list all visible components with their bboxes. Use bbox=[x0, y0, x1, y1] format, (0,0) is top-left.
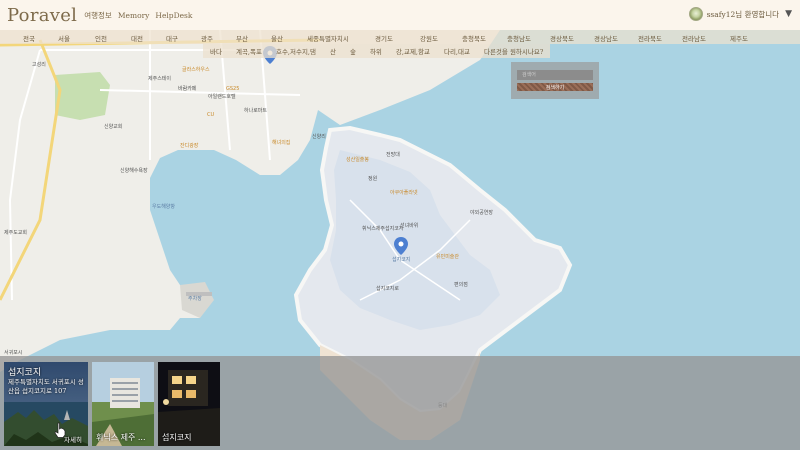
region-tab[interactable]: 대전 bbox=[131, 33, 143, 43]
map-label: 제주스테이 bbox=[148, 76, 172, 82]
map-label: 성산일출봉 bbox=[346, 157, 370, 163]
result-card[interactable]: 섭지코지 제주특별자치도 서귀포시 성산읍 섭지코지로 107 자세히 bbox=[4, 362, 88, 446]
map-label: 아쿠아플라넷 bbox=[390, 190, 418, 196]
region-tab[interactable]: 전국 bbox=[23, 33, 35, 43]
category-tab[interactable]: 호수,저수지,댐 bbox=[269, 46, 323, 56]
welcome-text: ssafy12님 환영합니다 bbox=[706, 9, 780, 19]
map-label: 편의점 bbox=[454, 282, 468, 288]
top-header: Poravel 여행정보 Memory HelpDesk ssafy12님 환영… bbox=[0, 0, 800, 30]
region-tab[interactable]: 광주 bbox=[201, 33, 213, 43]
map-label: 신양해수욕장 bbox=[120, 168, 148, 174]
category-tab[interactable]: 숲 bbox=[343, 46, 363, 56]
card-detail-link[interactable]: 자세히 bbox=[64, 434, 82, 444]
category-bar: 바다 계곡,폭포 호수,저수지,댐 산 숲 하위 강,교제,항교 다리,대교 다… bbox=[203, 44, 551, 58]
category-tab[interactable]: 계곡,폭포 bbox=[229, 46, 269, 56]
map-label: 잔디광장 bbox=[180, 143, 199, 149]
region-tab[interactable]: 충청북도 bbox=[462, 33, 486, 43]
map-label: 우도해양항 bbox=[152, 204, 176, 210]
region-tab[interactable]: 제주도 bbox=[730, 33, 748, 43]
region-tab[interactable]: 부산 bbox=[236, 33, 248, 43]
map-label: 글라스하우스 bbox=[182, 67, 210, 73]
map-label: 전망대 bbox=[386, 152, 400, 158]
region-tab[interactable]: 세종특별자치시 bbox=[307, 33, 349, 43]
map-label: 신양리 bbox=[312, 134, 326, 140]
logo[interactable]: Poravel bbox=[7, 5, 77, 26]
map-label: 야외공연장 bbox=[470, 210, 494, 216]
region-tab[interactable]: 서울 bbox=[58, 33, 70, 43]
map-label: 유민미술관 bbox=[436, 254, 460, 260]
map-label: 신양교회 bbox=[104, 124, 123, 130]
region-tab[interactable]: 전라북도 bbox=[638, 33, 662, 43]
result-card[interactable]: 휘닉스 제주 ... bbox=[92, 362, 154, 446]
map-label: 고성리 bbox=[32, 62, 46, 68]
avatar[interactable] bbox=[688, 7, 703, 21]
map-label: GS25 bbox=[226, 86, 240, 92]
map-pin-icon[interactable] bbox=[394, 237, 408, 255]
map-label: 섭지코지로 bbox=[376, 286, 400, 292]
region-tab[interactable]: 경상남도 bbox=[594, 33, 618, 43]
category-tab[interactable]: 바다 bbox=[203, 46, 229, 56]
card-title: 섭지코지 bbox=[162, 433, 192, 442]
region-tab[interactable]: 강원도 bbox=[420, 33, 438, 43]
category-tab[interactable]: 산 bbox=[323, 46, 343, 56]
search-input[interactable] bbox=[517, 70, 593, 80]
cursor-hand-icon bbox=[54, 422, 66, 438]
region-bar: 전국 서울 인천 대전 대구 광주 부산 울산 세종특별자치시 경기도 강원도 … bbox=[0, 30, 800, 44]
result-card-panel: 섭지코지 제주특별자치도 서귀포시 성산읍 섭지코지로 107 자세히 휘닉스 … bbox=[0, 356, 800, 450]
nav-memory[interactable]: Memory bbox=[118, 11, 150, 20]
map-label: 바람카페 bbox=[178, 86, 197, 92]
map-label: 하나로마트 bbox=[244, 108, 268, 114]
map-label: 제주도교회 bbox=[4, 230, 28, 236]
region-tab[interactable]: 경상북도 bbox=[550, 33, 574, 43]
region-tab[interactable]: 대구 bbox=[166, 33, 178, 43]
card-address: 제주특별자치도 서귀포시 성산읍 섭지코지로 107 bbox=[8, 378, 84, 395]
category-tab[interactable]: 강,교제,항교 bbox=[389, 46, 437, 56]
card-title: 휘닉스 제주 ... bbox=[96, 433, 146, 442]
region-tab[interactable]: 인천 bbox=[95, 33, 107, 43]
region-tab[interactable]: 경기도 bbox=[375, 33, 393, 43]
nav-travel-info[interactable]: 여행정보 bbox=[84, 10, 112, 21]
map-label: 섭지코지 bbox=[392, 257, 411, 263]
region-tab[interactable]: 울산 bbox=[271, 33, 283, 43]
map-label: 정원 bbox=[368, 176, 378, 182]
category-tab[interactable]: 다리,대교 bbox=[437, 46, 477, 56]
caret-down-icon[interactable]: ▼ bbox=[785, 9, 792, 19]
category-tab[interactable]: 하위 bbox=[363, 46, 389, 56]
result-card[interactable]: 섭지코지 bbox=[158, 362, 220, 446]
map-label: CU bbox=[207, 112, 215, 118]
map-label: 휘닉스제주섭지코지 bbox=[362, 226, 404, 232]
nav-helpdesk[interactable]: HelpDesk bbox=[155, 11, 192, 20]
region-tab[interactable]: 충청남도 bbox=[507, 33, 531, 43]
map-label: 주차장 bbox=[188, 296, 202, 302]
category-tab[interactable]: 다른것을 원하시나요? bbox=[477, 46, 550, 56]
card-title: 섭지코지 bbox=[8, 368, 42, 378]
search-panel: 검색하기 bbox=[511, 62, 599, 99]
region-tab[interactable]: 전라남도 bbox=[682, 33, 706, 43]
map-label: 아일랜드호텔 bbox=[208, 94, 236, 100]
map-label: 해녀의집 bbox=[272, 140, 291, 146]
search-button[interactable]: 검색하기 bbox=[517, 83, 593, 91]
user-menu[interactable]: ssafy12님 환영합니다 ▼ bbox=[688, 7, 792, 21]
